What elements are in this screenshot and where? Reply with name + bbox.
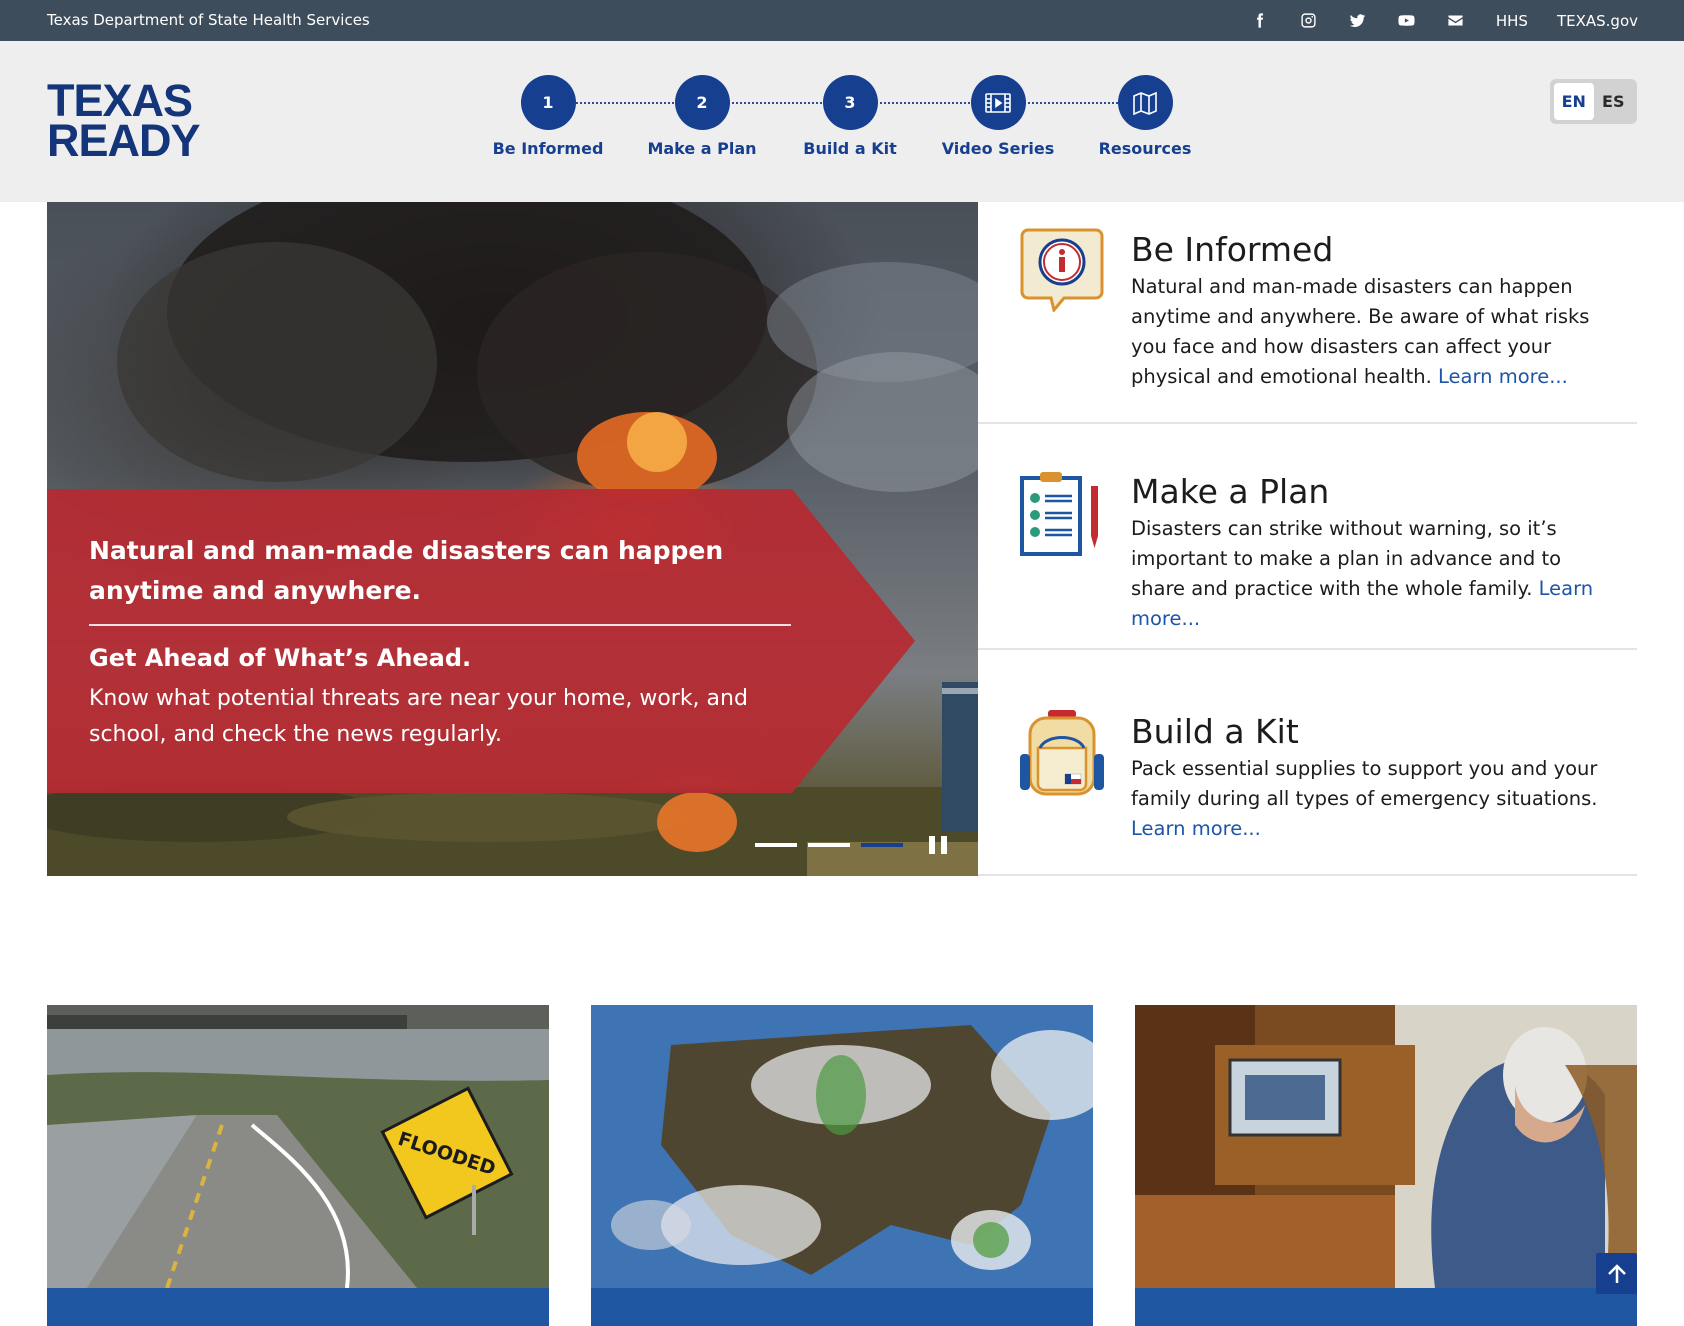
learn-more-build-a-kit-link[interactable]: Learn more... (1131, 817, 1261, 840)
site-header: TEXAS READY 1 Be Informed 2 Make a Plan … (0, 41, 1684, 202)
carousel-indicators (755, 843, 914, 847)
step-1-marker: 1 (520, 75, 576, 130)
youtube-icon[interactable] (1396, 10, 1418, 32)
feature-build-a-kit: Build a Kit Pack essential supplies to s… (978, 650, 1637, 876)
carousel-dot-2[interactable] (808, 843, 850, 847)
agency-name: Texas Department of State Health Service… (47, 11, 370, 29)
step-3-marker: 3 (822, 75, 878, 130)
nav-step-video-series[interactable]: Video Series (933, 75, 1063, 158)
back-to-top-button[interactable] (1596, 1253, 1637, 1294)
learn-more-be-informed-link[interactable]: Learn more... (1438, 365, 1568, 388)
man-watching-tv-photo (1135, 1005, 1637, 1288)
hero-body-text: Know what potential threats are near you… (89, 686, 748, 747)
clipboard-checklist-icon (1020, 472, 1098, 556)
nav-step-resources[interactable]: Resources (1080, 75, 1210, 158)
feature-list: Be Informed Natural and man-made disaste… (978, 202, 1637, 876)
card-weather-map[interactable] (591, 1005, 1093, 1326)
hero-headline: Natural and man-made disasters can happe… (89, 536, 724, 605)
texas-gov-link[interactable]: TEXAS.gov (1557, 12, 1638, 30)
feature-description: Disasters can strike without warning, so… (1131, 514, 1621, 634)
nav-step-be-informed[interactable]: 1 Be Informed (483, 75, 613, 158)
carousel-dot-1[interactable] (755, 843, 797, 847)
feature-title: Be Informed (1131, 230, 1334, 269)
nav-step-build-a-kit[interactable]: 3 Build a Kit (785, 75, 915, 158)
lang-en-button[interactable]: EN (1554, 83, 1594, 120)
card-news-watching[interactable] (1135, 1005, 1637, 1326)
top-utility-bar: Texas Department of State Health Service… (0, 0, 1684, 41)
hero-divider (89, 624, 791, 626)
card-title-bar (591, 1288, 1093, 1326)
twitter-icon[interactable] (1347, 10, 1369, 32)
instagram-icon[interactable] (1298, 10, 1320, 32)
flooded-road-photo: FLOODED (47, 1005, 549, 1288)
hero-subheading: Get Ahead of What’s Ahead. (89, 644, 472, 672)
backpack-icon (1020, 710, 1104, 796)
card-title-bar (47, 1288, 549, 1326)
card-flooded-road[interactable]: FLOODED (47, 1005, 549, 1326)
feature-title: Make a Plan (1131, 472, 1330, 511)
hhs-link[interactable]: HHS (1496, 12, 1528, 30)
feature-description: Pack essential supplies to support you a… (1131, 754, 1621, 844)
carousel-dot-3[interactable] (861, 843, 903, 847)
feature-make-a-plan: Make a Plan Disasters can strike without… (978, 424, 1637, 650)
language-switcher: EN ES (1550, 79, 1637, 124)
facebook-icon[interactable] (1249, 10, 1271, 32)
email-icon[interactable] (1445, 10, 1467, 32)
feature-be-informed: Be Informed Natural and man-made disaste… (978, 202, 1637, 424)
lang-es-button[interactable]: ES (1594, 83, 1634, 120)
map-icon (1117, 75, 1173, 130)
nav-step-make-a-plan[interactable]: 2 Make a Plan (637, 75, 767, 158)
logo-line-2: READY (47, 115, 201, 166)
hero-message-banner: Natural and man-made disasters can happe… (47, 489, 915, 793)
step-label: Build a Kit (803, 139, 897, 158)
feature-title: Build a Kit (1131, 712, 1299, 751)
arrow-up-icon (1607, 1263, 1626, 1283)
pause-icon[interactable] (929, 836, 947, 854)
step-label: Make a Plan (647, 139, 757, 158)
texas-ready-logo[interactable]: TEXAS READY (47, 78, 201, 166)
step-label: Resources (1098, 139, 1192, 158)
weather-satellite-map-photo (591, 1005, 1093, 1288)
step-label: Video Series (941, 139, 1055, 158)
step-label: Be Informed (492, 139, 604, 158)
step-2-marker: 2 (674, 75, 730, 130)
feature-desc-text: Pack essential supplies to support you a… (1131, 757, 1598, 810)
video-icon (970, 75, 1026, 130)
feature-description: Natural and man-made disasters can happe… (1131, 272, 1621, 392)
feature-desc-text: Disasters can strike without warning, so… (1131, 517, 1562, 600)
card-title-bar (1135, 1288, 1637, 1326)
topbar-links: HHS TEXAS.gov (1222, 0, 1638, 41)
hero-carousel: Natural and man-made disasters can happe… (47, 202, 978, 876)
info-bubble-icon (1020, 228, 1104, 312)
